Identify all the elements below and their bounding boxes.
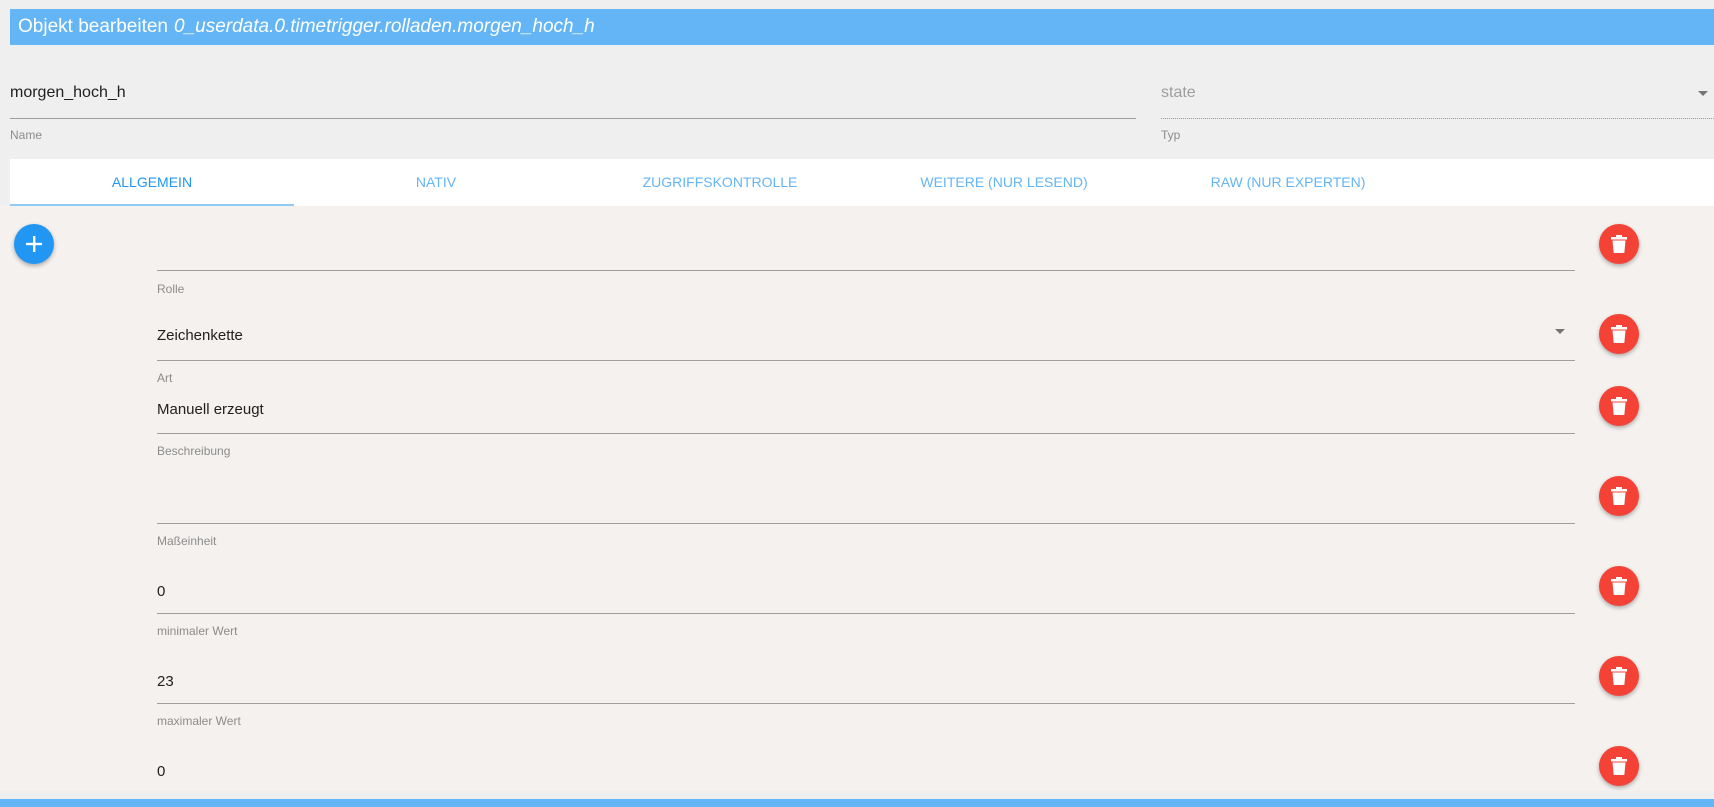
common-settings-panel: Rolle Zeichenkette Art Manuell erzeugt B… [0, 206, 1714, 791]
name-input[interactable]: morgen_hoch_h [10, 78, 1136, 119]
add-attribute-button[interactable] [14, 224, 54, 264]
description-label: Beschreibung [157, 444, 231, 458]
min-value: 0 [157, 583, 166, 600]
type-value: state [1161, 84, 1196, 101]
type-label: Typ [1161, 128, 1181, 142]
trash-icon [1611, 397, 1627, 415]
name-label: Name [10, 128, 43, 142]
delete-kind-button[interactable] [1599, 314, 1639, 354]
tab-zugriffskontrolle[interactable]: ZUGRIFFSKONTROLLE [578, 159, 862, 206]
tab-raw[interactable]: RAW (NUR EXPERTEN) [1146, 159, 1430, 206]
min-value-input[interactable] [157, 551, 1575, 614]
delete-unit-button[interactable] [1599, 476, 1639, 516]
tab-nativ[interactable]: NATIV [294, 159, 578, 206]
unit-input[interactable] [157, 461, 1575, 524]
role-input[interactable] [157, 206, 1575, 271]
delete-description-button[interactable] [1599, 386, 1639, 426]
delete-max-button[interactable] [1599, 656, 1639, 696]
trash-icon [1611, 757, 1627, 775]
role-label: Rolle [157, 282, 185, 296]
kind-value: Zeichenkette [157, 327, 243, 344]
max-value-input[interactable] [157, 641, 1575, 704]
trash-icon [1611, 235, 1627, 253]
dialog-footer-bar [0, 799, 1714, 807]
default-value-input[interactable] [157, 731, 1575, 791]
default-value: 0 [157, 763, 166, 780]
trash-icon [1611, 487, 1627, 505]
kind-label: Art [157, 371, 173, 385]
kind-select[interactable] [157, 306, 1575, 361]
tab-weitere[interactable]: WEITERE (NUR LESEND) [862, 159, 1146, 206]
max-value: 23 [157, 673, 174, 690]
name-value: morgen_hoch_h [10, 84, 126, 101]
object-id: 0_userdata.0.timetrigger.rolladen.morgen… [174, 16, 595, 37]
min-value-label: minimaler Wert [157, 624, 238, 638]
type-select[interactable]: state [1161, 78, 1714, 119]
delete-min-button[interactable] [1599, 566, 1639, 606]
unit-label: Maßeinheit [157, 534, 217, 548]
plus-icon [26, 236, 42, 252]
tab-bar: ALLGEMEIN NATIV ZUGRIFFSKONTROLLE WEITER… [10, 159, 1714, 206]
caret-down-icon [1555, 329, 1565, 334]
caret-down-icon [1698, 91, 1708, 96]
dialog-title-prefix: Objekt bearbeiten [18, 16, 168, 37]
description-input[interactable] [157, 388, 1575, 434]
dialog-title: Objekt bearbeiten 0_userdata.0.timetrigge… [10, 9, 1714, 45]
trash-icon [1611, 325, 1627, 343]
description-value: Manuell erzeugt [157, 401, 264, 418]
trash-icon [1611, 577, 1627, 595]
trash-icon [1611, 667, 1627, 685]
max-value-label: maximaler Wert [157, 714, 241, 728]
delete-default-button[interactable] [1599, 746, 1639, 786]
tab-allgemein[interactable]: ALLGEMEIN [10, 159, 294, 206]
delete-role-button[interactable] [1599, 224, 1639, 264]
